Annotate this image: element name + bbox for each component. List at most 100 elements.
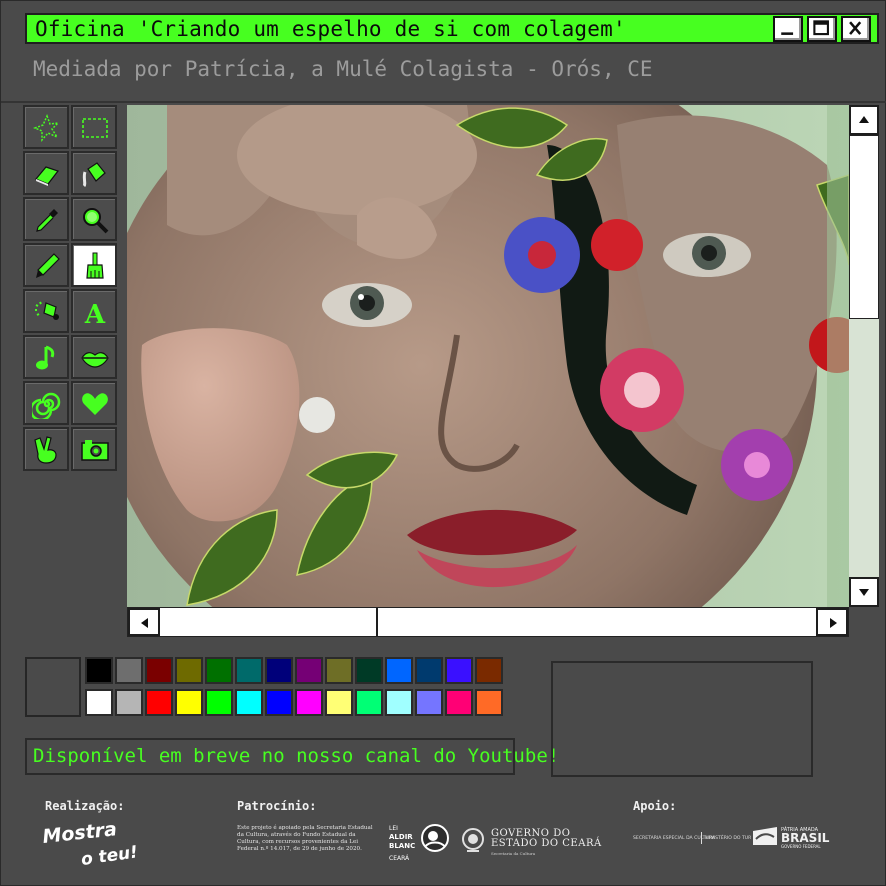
governo-ceara-logo: GOVERNO DO ESTADO DO CEARÁ Secretaria da… [461,823,601,859]
svg-text:BLANC: BLANC [389,842,415,850]
subtitle: Mediada por Patrícia, a Mulé Colagista -… [33,57,653,81]
svg-text:ALDIR: ALDIR [389,833,413,841]
status-box: Disponível em breve no nosso canal do Yo… [25,738,559,775]
color-swatch[interactable] [385,689,413,716]
peace-hand-icon [34,436,57,464]
lips-icon [81,352,109,368]
secretaria-cultura-logo: SECRETARIA ESPECIAL DA CULTURA MINISTÉRI… [633,832,751,844]
arrow-right-icon [830,618,837,628]
color-swatch[interactable] [265,657,293,684]
tool-free-select[interactable] [23,105,69,149]
patrocinio-label: Patrocínio: [237,799,317,813]
rect-select-icon [82,118,108,138]
color-swatch[interactable] [145,689,173,716]
collage-artwork [127,105,849,607]
maximize-button[interactable] [807,16,837,42]
tool-rect-select[interactable] [71,105,117,149]
color-swatch[interactable] [175,689,203,716]
eyedropper-icon [36,209,58,232]
minimize-icon [781,32,794,35]
sponsor-note: Este projeto é apoiado pela Secretaria E… [237,825,373,852]
tool-pencil[interactable] [23,243,69,287]
color-swatch[interactable] [265,689,293,716]
magnifier-icon [83,208,109,234]
color-swatch[interactable] [445,689,473,716]
color-swatch[interactable] [385,657,413,684]
paint-window: Oficina 'Criando um espelho de si com co… [0,0,886,886]
tool-peace[interactable] [23,427,69,471]
vertical-scrollbar[interactable] [849,105,879,607]
horizontal-scroll-thumb[interactable] [160,608,378,636]
divider [1,101,886,103]
scroll-up-button[interactable] [849,105,879,135]
apoio-label: Apoio: [633,799,677,813]
arrow-up-icon [859,116,869,123]
tool-fill[interactable] [71,151,117,195]
color-swatch[interactable] [145,657,173,684]
mostra-o-teu-logo: Mostra o teu! [41,819,139,865]
color-swatch[interactable] [205,689,233,716]
arrow-down-icon [859,589,869,596]
camera-icon [81,440,109,461]
ceara-logo-sub: Secretaria da Cultura [491,851,536,856]
tool-eyedropper[interactable] [23,197,69,241]
horizontal-scrollbar[interactable] [127,607,849,637]
tool-eraser[interactable] [23,151,69,195]
color-swatch[interactable] [355,657,383,684]
tool-text[interactable]: A [71,289,117,333]
svg-text:CEARÁ: CEARÁ [389,855,410,862]
svg-text:Mostra: Mostra [41,819,117,848]
spiral-icon [32,392,61,419]
svg-text:SECRETARIA ESPECIAL DA CULTURA: SECRETARIA ESPECIAL DA CULTURA [633,835,716,841]
color-swatch[interactable] [325,657,353,684]
tool-music[interactable] [23,335,69,379]
svg-text:MINISTÉRIO DO TURISMO: MINISTÉRIO DO TURISMO [705,833,751,841]
close-icon [849,21,862,35]
tool-brush[interactable] [71,243,117,287]
scroll-right-button[interactable] [816,608,848,636]
color-swatch[interactable] [85,657,113,684]
maximize-icon [813,20,829,36]
svg-text:A: A [84,300,106,327]
ceara-logo-text: GOVERNO DO ESTADO DO CEARÁ [491,828,602,849]
color-swatch[interactable] [175,657,203,684]
tool-lips[interactable] [71,335,117,379]
color-swatch[interactable] [445,657,473,684]
color-swatch[interactable] [355,689,383,716]
tool-airbrush[interactable] [23,289,69,333]
title-bar[interactable]: Oficina 'Criando um espelho de si com co… [25,13,879,44]
color-swatch[interactable] [115,657,143,684]
scroll-left-button[interactable] [128,608,160,636]
color-swatch[interactable] [235,689,263,716]
pencil-icon [36,253,60,278]
arrow-left-icon [141,618,148,628]
color-swatch[interactable] [85,689,113,716]
color-swatch[interactable] [475,689,503,716]
ceara-crest-icon [462,828,484,852]
airbrush-icon [35,301,59,320]
color-swatch[interactable] [415,689,443,716]
drawing-canvas[interactable] [127,105,849,607]
tool-camera[interactable] [71,427,117,471]
color-swatch[interactable] [205,657,233,684]
brush-icon [86,252,104,279]
vertical-scroll-thumb[interactable] [849,135,879,319]
realizacao-label: Realização: [45,799,125,813]
tool-magnifier[interactable] [71,197,117,241]
color-swatch[interactable] [325,689,353,716]
tool-heart[interactable] [71,381,117,425]
color-swatch[interactable] [415,657,443,684]
tool-spiral[interactable] [23,381,69,425]
toolbox: A [23,105,121,475]
scroll-down-button[interactable] [849,577,879,607]
eraser-icon [35,166,59,186]
free-select-icon [32,114,61,143]
minimize-button[interactable] [773,16,803,42]
close-button[interactable] [841,16,871,42]
color-swatch[interactable] [115,689,143,716]
color-swatch[interactable] [235,657,263,684]
color-swatch[interactable] [295,657,323,684]
status-message: Disponível em breve no nosso canal do Yo… [33,745,560,767]
color-swatch[interactable] [475,657,503,684]
color-swatch[interactable] [295,689,323,716]
